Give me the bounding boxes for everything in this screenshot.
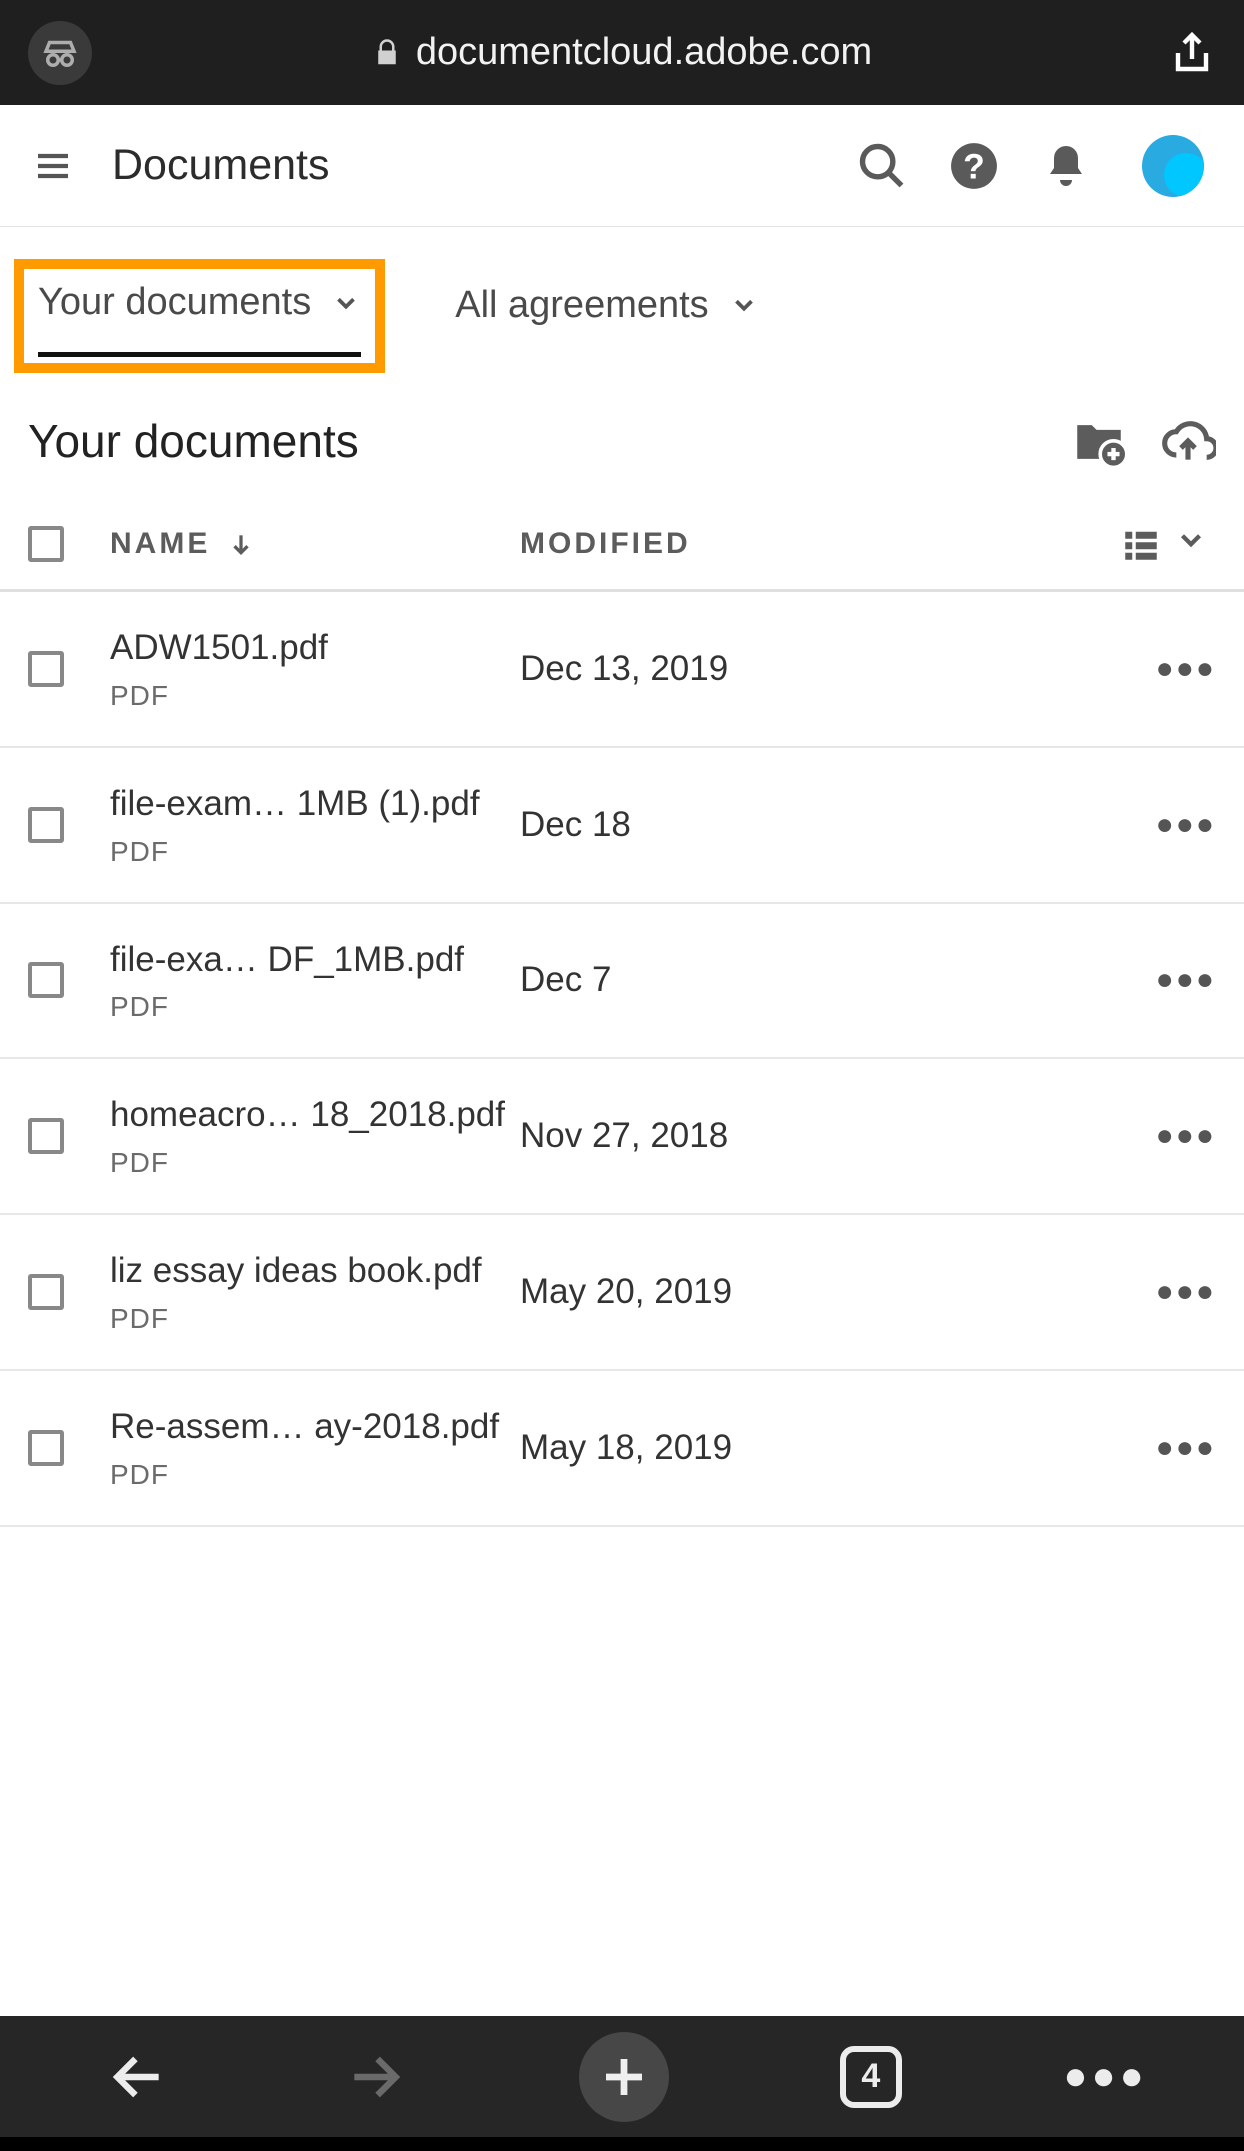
row-checkbox[interactable] (28, 962, 64, 998)
tab-wrap: All agreements (441, 262, 772, 371)
file-name: ADW1501.pdf (110, 626, 520, 670)
row-checkbox[interactable] (28, 1274, 64, 1310)
browser-bottom-bar: 4 ●●● (0, 2016, 1244, 2151)
bell-icon[interactable] (1040, 140, 1092, 192)
table-row[interactable]: file-exam… 1MB (1).pdf PDF Dec 18 ●●● (0, 748, 1244, 904)
file-type: PDF (110, 991, 520, 1023)
file-type: PDF (110, 1459, 520, 1491)
tab-count: 4 (861, 2057, 880, 2096)
page-title: Documents (112, 141, 329, 190)
section-header: Your documents (0, 413, 1244, 499)
app-body: Documents ? Your documents All agreement… (0, 105, 1244, 1527)
tab-label: All agreements (455, 284, 708, 327)
table-header: NAME MODIFIED (0, 499, 1244, 592)
url-text: documentcloud.adobe.com (416, 31, 872, 74)
file-name: file-exa… DF_1MB.pdf (110, 938, 520, 982)
forward-button (342, 2044, 408, 2110)
browser-menu-button[interactable]: ●●● (1073, 2044, 1139, 2110)
row-checkbox[interactable] (28, 651, 64, 687)
file-name: homeacro… 18_2018.pdf (110, 1093, 520, 1137)
url-bar[interactable]: documentcloud.adobe.com (28, 31, 1216, 74)
table-row[interactable]: file-exa… DF_1MB.pdf PDF Dec 7 ●●● (0, 904, 1244, 1060)
column-modified[interactable]: MODIFIED (520, 527, 691, 560)
section-title: Your documents (28, 414, 359, 468)
hamburger-icon[interactable] (30, 146, 76, 186)
file-name: file-exam… 1MB (1).pdf (110, 782, 520, 826)
row-checkbox[interactable] (28, 807, 64, 843)
file-type: PDF (110, 1303, 520, 1335)
file-modified: May 18, 2019 (520, 1428, 1146, 1468)
highlight-box: Your documents (14, 259, 385, 373)
file-type: PDF (110, 836, 520, 868)
file-modified: Nov 27, 2018 (520, 1116, 1146, 1156)
table-row[interactable]: ADW1501.pdf PDF Dec 13, 2019 ●●● (0, 592, 1244, 748)
select-all-checkbox[interactable] (28, 526, 64, 562)
file-name: Re-assem… ay-2018.pdf (110, 1405, 520, 1449)
new-tab-button[interactable] (579, 2032, 669, 2122)
sort-arrow-down-icon (228, 531, 254, 557)
column-name[interactable]: NAME (110, 527, 210, 561)
tabs-button[interactable]: 4 (840, 2046, 902, 2108)
tab-all-agreements[interactable]: All agreements (455, 284, 758, 355)
more-icon[interactable]: ●●● (1156, 1119, 1216, 1153)
more-icon[interactable]: ●●● (1156, 963, 1216, 997)
more-icon[interactable]: ●●● (1156, 1431, 1216, 1465)
table-row[interactable]: homeacro… 18_2018.pdf PDF Nov 27, 2018 ●… (0, 1059, 1244, 1215)
row-checkbox[interactable] (28, 1118, 64, 1154)
file-name: liz essay ideas book.pdf (110, 1249, 520, 1293)
incognito-icon (28, 21, 92, 85)
file-modified: Dec 18 (520, 805, 1146, 845)
top-bar: Documents ? (0, 105, 1244, 227)
svg-text:?: ? (963, 146, 985, 186)
browser-chrome: documentcloud.adobe.com (0, 0, 1244, 105)
table-row[interactable]: Re-assem… ay-2018.pdf PDF May 18, 2019 ●… (0, 1371, 1244, 1527)
avatar[interactable] (1142, 135, 1204, 197)
tabs-row: Your documents All agreements (0, 227, 1244, 413)
file-type: PDF (110, 1147, 520, 1179)
more-icon[interactable]: ●●● (1156, 652, 1216, 686)
chevron-down-icon (729, 290, 759, 320)
tab-your-documents[interactable]: Your documents (38, 281, 361, 357)
file-list: ADW1501.pdf PDF Dec 13, 2019 ●●● file-ex… (0, 592, 1244, 1527)
list-view-icon[interactable] (1120, 523, 1162, 565)
row-checkbox[interactable] (28, 1430, 64, 1466)
file-modified: Dec 13, 2019 (520, 649, 1146, 689)
new-folder-icon[interactable] (1070, 413, 1126, 469)
chevron-down-icon (331, 288, 361, 318)
table-row[interactable]: liz essay ideas book.pdf PDF May 20, 201… (0, 1215, 1244, 1371)
upload-cloud-icon[interactable] (1160, 413, 1216, 469)
more-icon[interactable]: ●●● (1156, 1275, 1216, 1309)
more-icon[interactable]: ●●● (1156, 808, 1216, 842)
help-icon[interactable]: ? (948, 140, 1000, 192)
back-button[interactable] (105, 2044, 171, 2110)
share-icon[interactable] (1168, 29, 1216, 77)
tab-label: Your documents (38, 281, 311, 324)
lock-icon (372, 38, 402, 68)
file-modified: May 20, 2019 (520, 1272, 1146, 1312)
file-type: PDF (110, 680, 520, 712)
chevron-down-icon[interactable] (1174, 523, 1216, 565)
search-icon[interactable] (856, 140, 908, 192)
file-modified: Dec 7 (520, 960, 1146, 1000)
